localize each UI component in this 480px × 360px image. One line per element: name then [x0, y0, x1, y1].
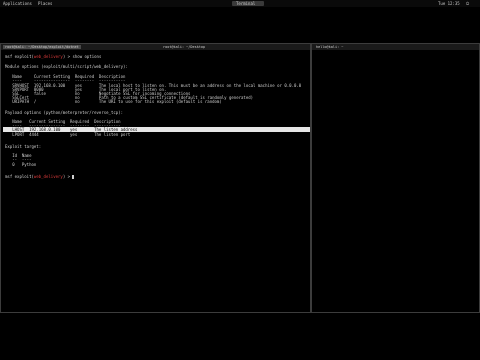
exploit-target-header: Exploit target:	[5, 144, 42, 149]
tab-terminal-1[interactable]: root@kali: ~/Desktop/exploit/dotnet	[3, 45, 81, 49]
clock[interactable]: Tue 12:35	[438, 1, 460, 6]
payload-options-header: Payload options (python/meterpreter/reve…	[5, 110, 124, 115]
payload-row-lport: LPORT 4444 yes The listen port	[5, 132, 131, 137]
command-text: show options	[72, 54, 102, 59]
tab-terminal-2[interactable]: root@kali: ~/Desktop	[161, 45, 207, 49]
terminal-window-secondary[interactable]: hello@kali: ~	[311, 43, 480, 313]
prompt-user-2: msf	[5, 174, 13, 179]
places-menu[interactable]: Places	[38, 1, 52, 6]
text-cursor	[72, 175, 75, 179]
prompt-line-2[interactable]: msf exploit(web_delivery) >	[5, 174, 75, 179]
module-options-header: Module options (exploit/multi/script/web…	[5, 64, 128, 69]
terminal-window-main[interactable]: root@kali: ~/Desktop/exploit/dotnet root…	[0, 43, 311, 313]
prompt-user: msf	[5, 54, 13, 59]
terminal-tab-bar-2: hello@kali: ~	[312, 44, 479, 50]
active-app-label[interactable]: Terminal	[236, 1, 255, 6]
top-panel: Applications Places Terminal Tue 12:35 ⏻	[0, 0, 480, 7]
prompt-module: web_delivery	[33, 54, 63, 59]
tab-terminal-right[interactable]: hello@kali: ~	[314, 45, 345, 49]
applications-menu[interactable]: Applications	[3, 1, 32, 6]
option-row-uripath: URIPATH / no The URI to use for this exp…	[5, 99, 222, 104]
target-row: 0 Python	[5, 162, 37, 167]
prompt-line-1: msf exploit(web_delivery) > show options	[5, 54, 102, 59]
power-icon[interactable]: ⏻	[466, 1, 469, 6]
terminal-tab-bar: root@kali: ~/Desktop/exploit/dotnet root…	[1, 44, 310, 50]
prompt-module-2: web_delivery	[33, 174, 63, 179]
